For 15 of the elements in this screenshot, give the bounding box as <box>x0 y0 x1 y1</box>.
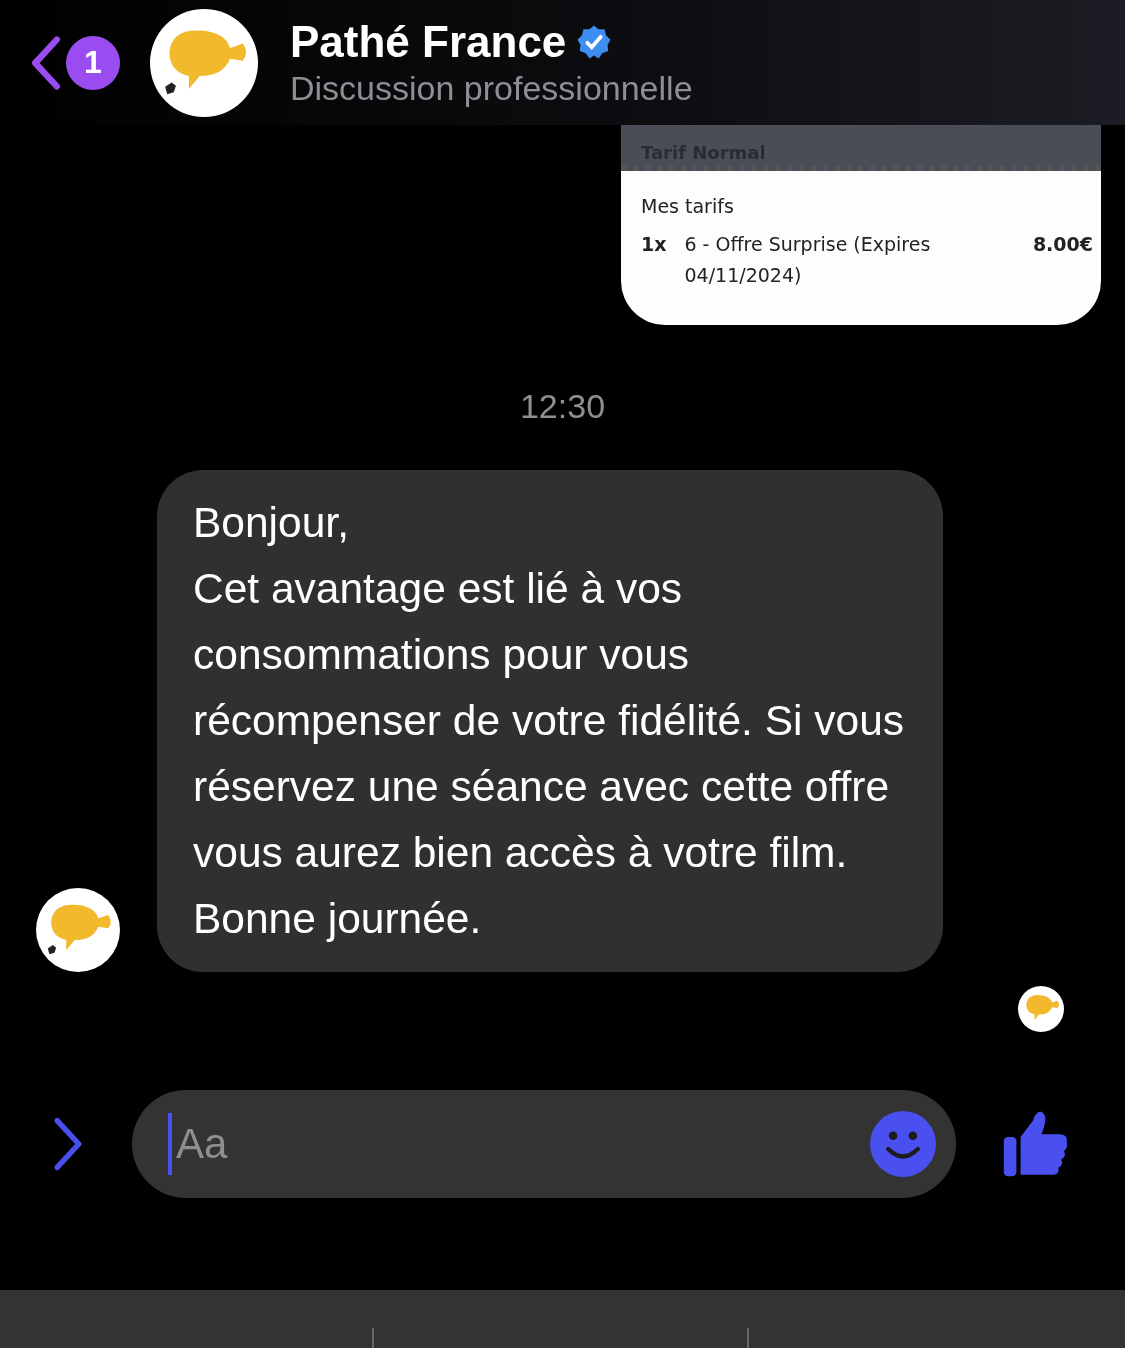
message-input[interactable]: Aa <box>172 1119 870 1169</box>
message-bubble: Bonjour, Cet avantage est lié à vos consommations pour vous récompenser de votre fidélité. Si vous réservez une séance avec cette offre vous aurez bien accès à votre film. Bonne journée. <box>157 470 943 972</box>
logo-avatar[interactable] <box>150 8 258 117</box>
emoji-icon[interactable] <box>870 1111 936 1177</box>
quantity: 1x <box>641 232 667 257</box>
unread-badge: 1 <box>66 35 120 90</box>
read-receipt-avatar <box>1018 986 1064 1032</box>
price: 8.00€ <box>1032 232 1093 257</box>
message-field[interactable]: Aa <box>132 1090 956 1198</box>
thumbs-up-icon[interactable] <box>1002 1109 1070 1179</box>
section-title: Mes tarifs <box>641 195 735 217</box>
timestamp: 12:30 <box>518 387 607 426</box>
tariff-label: 6 - Offre Surprise (Expires 04/11/2024) <box>684 232 932 288</box>
contact-name: Pathé France <box>290 17 567 67</box>
contact-subtitle: Discussion professionnelle <box>290 69 693 108</box>
